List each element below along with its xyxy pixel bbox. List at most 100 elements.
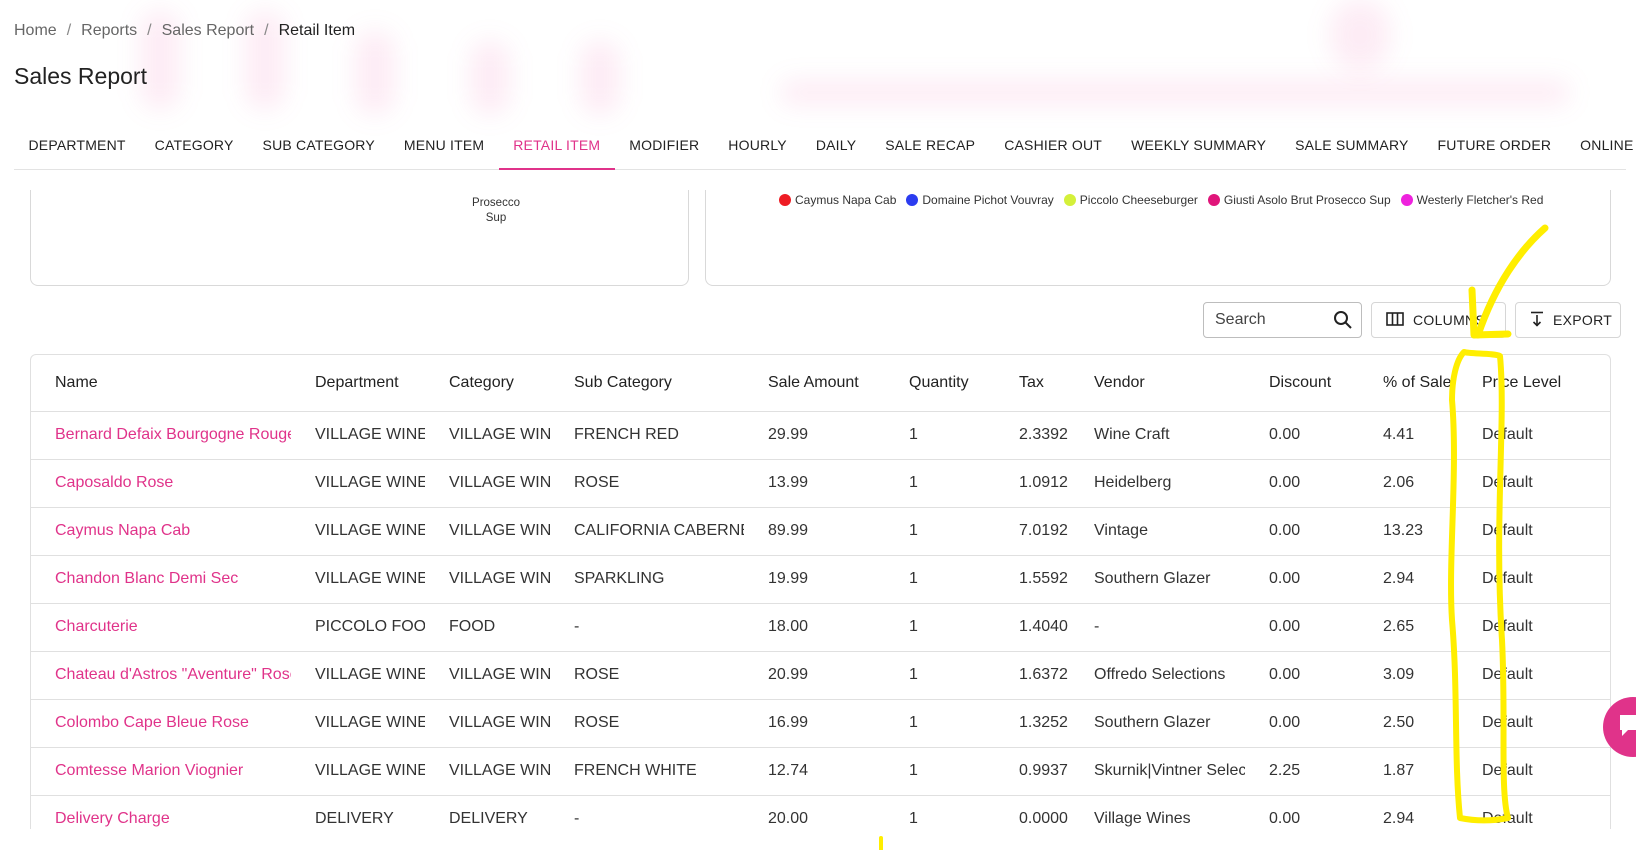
cell-name[interactable]: Charcuterie — [31, 603, 291, 652]
legend-item[interactable]: Caymus Napa Cab — [779, 193, 896, 207]
legend-item[interactable]: Domaine Pichot Vouvray — [906, 193, 1054, 207]
cell-tax: 0.9937 — [995, 747, 1070, 796]
column-header-tax[interactable]: Tax — [995, 355, 1070, 412]
cell-sub-category: ROSE — [550, 651, 744, 700]
cell-department: VILLAGE WINE — [291, 507, 425, 556]
tab-category[interactable]: CATEGORY — [140, 118, 248, 170]
cell-name[interactable]: Bernard Defaix Bourgogne Rouge — [31, 411, 291, 460]
cell-category: VILLAGE WINE — [425, 555, 550, 604]
breadcrumb-reports[interactable]: Reports — [81, 22, 137, 40]
cell-discount: 0.00 — [1245, 507, 1359, 556]
tab-department[interactable]: DEPARTMENT — [14, 118, 140, 170]
search-icon[interactable] — [1333, 310, 1353, 330]
cell-category: VILLAGE WINE — [425, 411, 550, 460]
cell-sub-category: ROSE — [550, 459, 744, 508]
cell-quantity: 1 — [885, 555, 995, 604]
pie-chart-card: Prosecco Sup — [30, 190, 689, 286]
tab-sub-category[interactable]: SUB CATEGORY — [248, 118, 389, 170]
cell-sale-amount: 16.99 — [744, 699, 885, 748]
cell-name[interactable]: Comtesse Marion Viognier — [31, 747, 291, 796]
tab-cashier-out[interactable]: CASHIER OUT — [990, 118, 1117, 170]
cell-price-level: Default — [1474, 411, 1610, 460]
cell-price-level: Default — [1474, 699, 1610, 748]
retail-item-table: Name Department Category Sub Category Sa… — [30, 354, 1611, 829]
tab-daily[interactable]: DAILY — [801, 118, 870, 170]
tab-retail-item[interactable]: RETAIL ITEM — [498, 118, 615, 170]
background-blur — [470, 40, 510, 115]
cell-category: DELIVERY — [425, 795, 550, 829]
cell-quantity: 1 — [885, 507, 995, 556]
breadcrumb-home[interactable]: Home — [14, 22, 57, 40]
cell-vendor: Southern Glazer — [1070, 699, 1245, 748]
export-button[interactable]: EXPORT — [1515, 302, 1621, 338]
search-input[interactable] — [1215, 311, 1325, 329]
table-row[interactable]: CharcuteriePICCOLO FOODFOOD-18.0011.4040… — [31, 603, 1610, 652]
cell-quantity: 1 — [885, 603, 995, 652]
table-row[interactable]: Delivery Charge DELIVERY DELIVERY -20.00 1 0.… — [31, 795, 1610, 829]
tab-hourly[interactable]: HOURLY — [714, 118, 802, 170]
tab-menu-item[interactable]: MENU ITEM — [389, 118, 498, 170]
cell-discount: 0.00 — [1245, 651, 1359, 700]
columns-button[interactable]: COLUMNS — [1371, 302, 1506, 338]
legend-label: Piccolo Cheeseburger — [1079, 193, 1198, 207]
cell-name[interactable]: Colombo Cape Bleue Rose — [31, 699, 291, 748]
table-row[interactable]: Bernard Defaix Bourgogne Rouge VILLAGE WI… — [31, 411, 1610, 460]
column-header-percent-of-sale[interactable]: % of Sale — [1359, 355, 1474, 412]
table-row[interactable]: Chateau d'Astros "Aventure" Rose VILLAGE … — [31, 651, 1610, 700]
legend-item[interactable]: Westerly Fletcher's Red — [1400, 193, 1544, 207]
column-header-quantity[interactable]: Quantity — [885, 355, 995, 412]
cell-vendor: Skurnik|Vintner Select — [1070, 747, 1245, 796]
table-row[interactable]: Chandon Blanc Demi Sec VILLAGE WINE VILLAG… — [31, 555, 1610, 604]
table-row[interactable]: Comtesse Marion Viognier VILLAGE WINE VILL… — [31, 747, 1610, 796]
breadcrumb-separator: / — [147, 22, 152, 39]
tab-future-order[interactable]: FUTURE ORDER — [1423, 118, 1566, 170]
breadcrumb-sales-report[interactable]: Sales Report — [162, 22, 255, 40]
columns-icon — [1386, 311, 1404, 329]
cell-category: VILLAGE WINE — [425, 459, 550, 508]
cell-name[interactable]: Chandon Blanc Demi Sec — [31, 555, 291, 604]
legend-dot-icon — [1400, 194, 1413, 206]
cell-category: VILLAGE WINE — [425, 747, 550, 796]
table-row[interactable]: Caymus Napa CabVILLAGE WINEVILLAGE WINEC… — [31, 507, 1610, 556]
cell-name[interactable]: Chateau d'Astros "Aventure" Rose — [31, 651, 291, 700]
pie-label-line: Prosecco — [472, 197, 520, 209]
legend-label: Domaine Pichot Vouvray — [922, 193, 1054, 207]
column-header-discount[interactable]: Discount — [1245, 355, 1359, 412]
cell-sub-category: FRENCH RED — [550, 411, 744, 460]
tab-modifier[interactable]: MODIFIER — [615, 118, 714, 170]
cell-name[interactable]: Caymus Napa Cab — [31, 507, 291, 556]
column-header-sale-amount[interactable]: Sale Amount — [744, 355, 885, 412]
cell-category: VILLAGE WINE — [425, 507, 550, 556]
table-toolbar: COLUMNS EXPORT — [1203, 302, 1621, 338]
legend-item[interactable]: Piccolo Cheeseburger — [1063, 193, 1198, 207]
tab-sale-summary[interactable]: SALE SUMMARY — [1281, 118, 1423, 170]
cell-sub-category: ROSE — [550, 699, 744, 748]
cell-name[interactable]: Caposaldo Rose — [31, 459, 291, 508]
legend-item[interactable]: Giusti Asolo Brut Prosecco Sup — [1207, 193, 1391, 207]
search-box — [1203, 302, 1362, 338]
pie-label-line: Sup — [485, 212, 507, 224]
cell-percent-of-sale: 13.23 — [1359, 507, 1474, 556]
cell-sale-amount: 18.00 — [744, 603, 885, 652]
column-header-vendor[interactable]: Vendor — [1070, 355, 1245, 412]
tab-weekly-summary[interactable]: WEEKLY SUMMARY — [1117, 118, 1281, 170]
column-header-price-level[interactable]: Price Level — [1474, 355, 1610, 412]
cell-tax: 0.0000 — [995, 795, 1070, 829]
cell-quantity: 1 — [885, 747, 995, 796]
cell-vendor: Village Wines — [1070, 795, 1245, 829]
breadcrumb-current: Retail Item — [278, 22, 356, 39]
column-header-name[interactable]: Name — [31, 355, 291, 412]
table-row[interactable]: Colombo Cape Bleue Rose VILLAGE WINE VILLA… — [31, 699, 1610, 748]
tab-online-sales[interactable]: ONLINE SALES — [1566, 118, 1636, 170]
cell-percent-of-sale: 2.50 — [1359, 699, 1474, 748]
table-row[interactable]: Caposaldo RoseVILLAGE WINEVILLAGE WINERO… — [31, 459, 1610, 508]
legend-label: Westerly Fletcher's Red — [1416, 193, 1544, 207]
column-header-department[interactable]: Department — [291, 355, 425, 412]
tab-sale-recap[interactable]: SALE RECAP — [871, 118, 990, 170]
column-header-category[interactable]: Category — [425, 355, 550, 412]
columns-label: COLUMNS — [1413, 312, 1486, 328]
cell-sale-amount: 20.00 — [744, 795, 885, 829]
cell-name[interactable]: Delivery Charge — [31, 795, 291, 829]
cell-discount: 0.00 — [1245, 603, 1359, 652]
column-header-sub-category[interactable]: Sub Category — [550, 355, 744, 412]
